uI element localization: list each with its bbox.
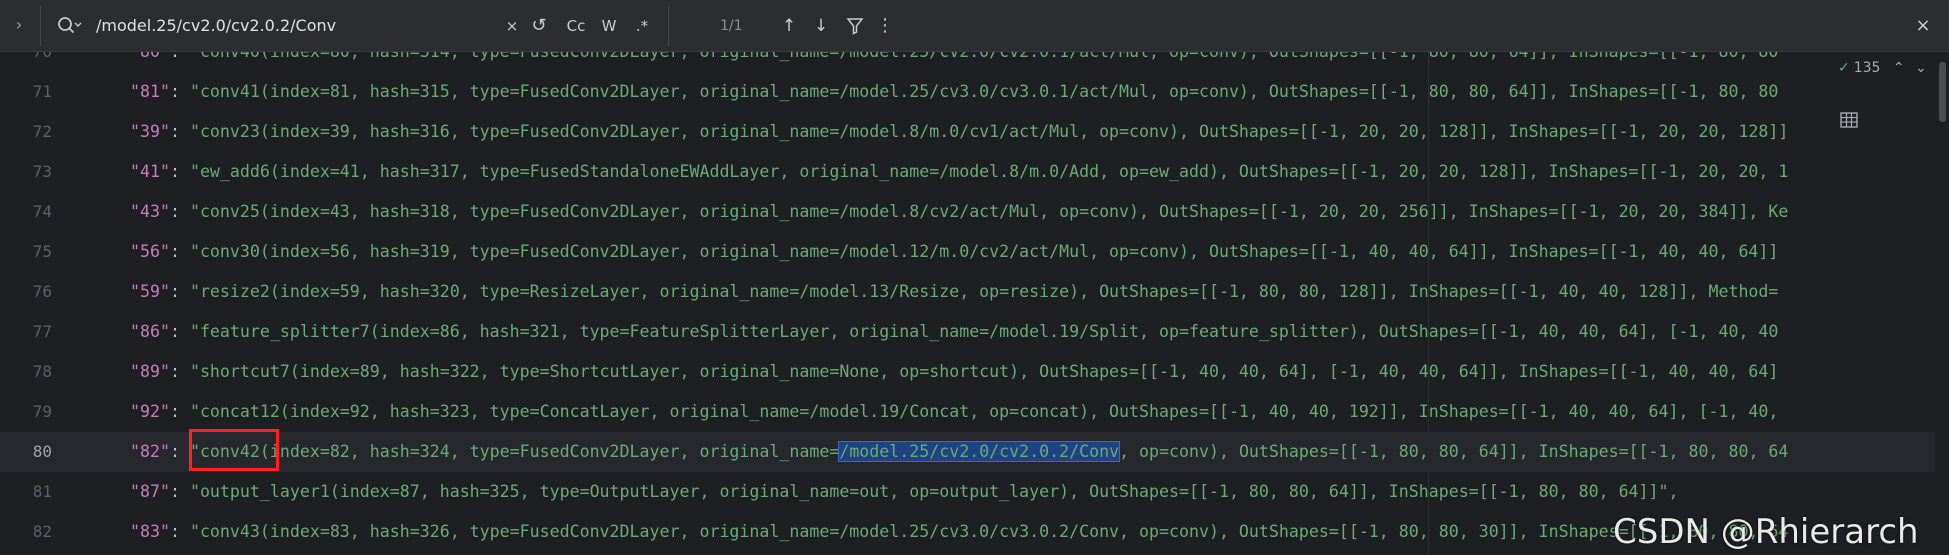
line-number: 76 (32, 282, 52, 301)
code-line-current[interactable]: 80 "82": "conv42(index=82, hash=324, typ… (0, 432, 1949, 472)
separator (668, 6, 669, 46)
check-icon: ✓ (1838, 60, 1850, 76)
line-number: 73 (32, 162, 52, 181)
line-number: 82 (32, 522, 52, 541)
whole-words-button[interactable]: W (598, 14, 620, 38)
code-line[interactable]: 81 "87": "output_layer1(index=87, hash=3… (0, 472, 1949, 512)
scrollbar-thumb[interactable] (1939, 62, 1946, 122)
line-number: 81 (32, 482, 52, 501)
line-content: "87": "output_layer1(index=87, hash=325,… (130, 482, 1679, 501)
new-line-icon[interactable]: ↺ (528, 14, 550, 38)
code-line[interactable]: 75 "56": "conv30(index=56, hash=319, typ… (0, 232, 1949, 272)
annotation-box (189, 429, 279, 471)
line-number: 74 (32, 202, 52, 221)
search-match-highlight: /model.25/cv2.0/cv2.0.2/Conv (838, 441, 1121, 462)
inspection-count: 135 (1853, 60, 1881, 76)
line-content: "81": "conv41(index=81, hash=315, type=F… (130, 82, 1779, 101)
code-line[interactable]: 73 "41": "ew_add6(index=41, hash=317, ty… (0, 152, 1949, 192)
code-line[interactable]: 71 "81": "conv41(index=81, hash=315, typ… (0, 72, 1949, 112)
line-content: "43": "conv25(index=43, hash=318, type=F… (130, 202, 1789, 221)
line-number: 71 (32, 82, 52, 101)
search-history-icon[interactable] (56, 14, 82, 36)
next-occurrence-button[interactable]: ↓ (810, 14, 832, 38)
close-search-button[interactable]: × (1911, 14, 1935, 38)
regex-button[interactable]: .* (630, 14, 654, 38)
line-content: "59": "resize2(index=59, hash=320, type=… (130, 282, 1779, 301)
previous-occurrence-button[interactable]: ↑ (778, 14, 800, 38)
expand-replace-toggle[interactable]: › (10, 16, 28, 34)
line-number: 77 (32, 322, 52, 341)
code-line[interactable]: 70 "80": "conv40(index=80, hash=314, typ… (0, 52, 1949, 72)
line-content: "86": "feature_splitter7(index=86, hash=… (130, 322, 1779, 341)
line-number: 79 (32, 402, 52, 421)
line-content: "41": "ew_add6(index=41, hash=317, type=… (130, 162, 1789, 181)
code-line[interactable]: 78 "89": "shortcut7(index=89, hash=322, … (0, 352, 1949, 392)
match-counter: 1/1 (720, 18, 743, 34)
line-content: "56": "conv30(index=56, hash=319, type=F… (130, 242, 1779, 261)
chevron-down-icon[interactable]: ⌄ (1915, 60, 1927, 76)
line-content: "39": "conv23(index=39, hash=316, type=F… (130, 122, 1789, 141)
code-line[interactable]: 74 "43": "conv25(index=43, hash=318, typ… (0, 192, 1949, 232)
line-number: 80 (32, 442, 52, 461)
separator (40, 6, 41, 46)
line-number: 75 (32, 242, 52, 261)
inspection-widget[interactable]: ✓ 135 ⌃ ⌄ (1838, 60, 1927, 76)
line-number: 72 (32, 122, 52, 141)
find-bar: › × ↺ Cc W .* 1/1 ↑ ↓ ⋮ × (0, 0, 1949, 52)
code-line[interactable]: 77 "86": "feature_splitter7(index=86, ha… (0, 312, 1949, 352)
line-content: "92": "concat12(index=92, hash=323, type… (130, 402, 1779, 421)
match-case-button[interactable]: Cc (562, 14, 590, 38)
filter-icon[interactable] (846, 17, 864, 35)
line-content: "89": "shortcut7(index=89, hash=322, typ… (130, 362, 1779, 381)
line-content: "83": "conv43(index=83, hash=326, type=F… (130, 522, 1789, 541)
clear-search-button[interactable]: × (502, 14, 522, 38)
line-content: "82": "conv42(index=82, hash=324, type=F… (130, 441, 1789, 462)
chevron-up-icon[interactable]: ⌃ (1893, 60, 1905, 76)
table-icon[interactable] (1840, 112, 1858, 128)
search-input[interactable] (96, 13, 496, 37)
line-number: 70 (0, 52, 52, 72)
code-editor[interactable]: 70 "80": "conv40(index=80, hash=314, typ… (0, 52, 1949, 555)
line-number: 78 (32, 362, 52, 381)
watermark-text: CSDN @Rhierarch (1613, 512, 1919, 552)
code-line[interactable]: 79 "92": "concat12(index=92, hash=323, t… (0, 392, 1949, 432)
more-options-icon[interactable]: ⋮ (876, 14, 894, 38)
vertical-scrollbar[interactable] (1935, 52, 1949, 555)
code-line[interactable]: 72 "39": "conv23(index=39, hash=316, typ… (0, 112, 1949, 152)
line-content: "80": "conv40(index=80, hash=314, type=F… (130, 52, 1778, 72)
code-line[interactable]: 76 "59": "resize2(index=59, hash=320, ty… (0, 272, 1949, 312)
